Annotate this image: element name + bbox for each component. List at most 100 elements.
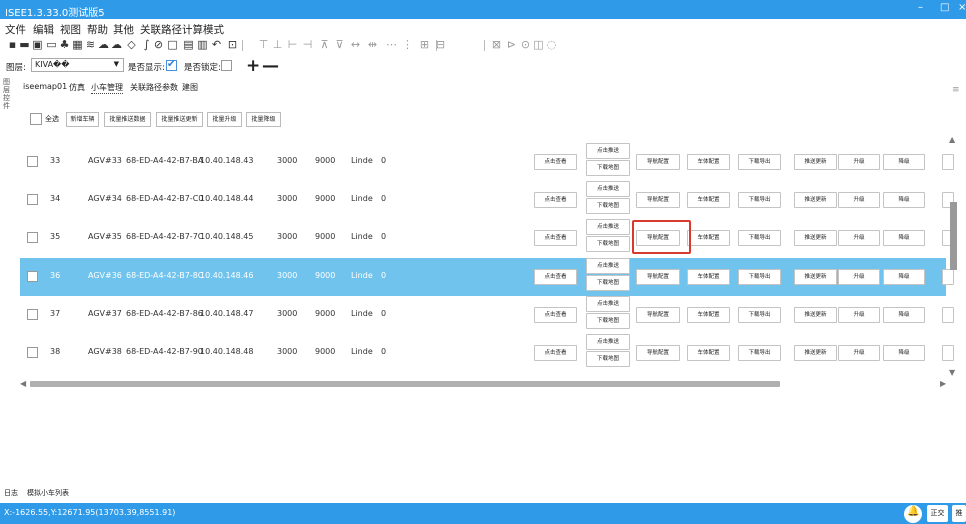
push-update-button[interactable]: 推送更新: [794, 345, 837, 361]
tab-mapping[interactable]: 建图: [182, 82, 198, 93]
select-all-checkbox[interactable]: [30, 113, 42, 125]
node-icon[interactable]: ◇: [125, 38, 138, 52]
filter-icon[interactable]: ≡: [952, 85, 960, 95]
distribute-h-icon[interactable]: ↔: [349, 38, 362, 52]
push-button[interactable]: 点击推送: [586, 143, 630, 159]
upgrade-button[interactable]: 升级: [838, 345, 880, 361]
push-update-button[interactable]: 推送更新: [794, 307, 837, 323]
image-icon[interactable]: ▭: [45, 38, 58, 52]
forbid-icon[interactable]: ⊘: [152, 38, 165, 52]
group-icon[interactable]: ⊞: [418, 38, 431, 52]
align-left-icon[interactable]: ⊢: [286, 38, 299, 52]
layer-select[interactable]: KIVA�� ▼: [31, 58, 124, 72]
download-map-button[interactable]: 下载地图: [586, 236, 630, 252]
check-icon[interactable]: ◌: [545, 38, 558, 52]
table-row[interactable]: 38 AGV#38 68-ED-A4-42-B7-90 10.40.148.48 300…: [20, 334, 954, 372]
vertical-scrollbar[interactable]: ▲ ▼: [948, 132, 960, 382]
minimize-button[interactable]: –: [918, 2, 923, 13]
table-row[interactable]: 35 AGV#35 68-ED-A4-42-B7-7C 10.40.148.45 300…: [20, 219, 954, 257]
cloud-upload-icon[interactable]: ☁: [110, 38, 123, 52]
add-vehicle-button[interactable]: 新增车辆: [66, 112, 99, 127]
downgrade-button[interactable]: 降级: [883, 192, 925, 208]
download-export-button[interactable]: 下载导出: [738, 192, 781, 208]
table-row[interactable]: 33 AGV#33 68-ED-A4-42-B7-BA 10.40.148.43 300…: [20, 143, 954, 181]
push-button[interactable]: 点击推送: [586, 296, 630, 312]
layers-icon[interactable]: ≋: [84, 38, 97, 52]
rect-icon[interactable]: □: [166, 38, 179, 52]
maximize-button[interactable]: □: [940, 2, 949, 13]
more-v-icon[interactable]: ⋮: [401, 38, 414, 52]
downgrade-button[interactable]: 降级: [883, 345, 925, 361]
align-top-icon[interactable]: ⊤: [257, 38, 270, 52]
row-checkbox[interactable]: [27, 156, 38, 167]
menu-help[interactable]: 帮助: [87, 22, 108, 37]
table-row[interactable]: 36 AGV#36 68-ED-A4-42-B7-8C 10.40.148.46 300…: [20, 258, 954, 296]
upgrade-button[interactable]: 升级: [838, 269, 880, 285]
align-vcenter-icon[interactable]: ⊼: [318, 38, 331, 52]
push-button[interactable]: 点击推送: [586, 258, 630, 274]
row-checkbox[interactable]: [27, 232, 38, 243]
menu-path-mode[interactable]: 关联路径计算模式: [140, 22, 224, 37]
tab-simulation[interactable]: 仿真: [69, 82, 85, 93]
row-checkbox[interactable]: [27, 194, 38, 205]
upgrade-button[interactable]: 升级: [838, 192, 880, 208]
batch-push-update-button[interactable]: 批量推送更新: [156, 112, 203, 127]
undo-icon[interactable]: ↶: [210, 38, 223, 52]
distribute-hc-icon[interactable]: ⇹: [366, 38, 379, 52]
push-update-button[interactable]: 推送更新: [794, 192, 837, 208]
delete-icon[interactable]: ▥: [196, 38, 209, 52]
push-update-button[interactable]: 推送更新: [794, 230, 837, 246]
lock-checkbox[interactable]: [221, 60, 232, 71]
body-config-button[interactable]: 车体配置: [687, 192, 730, 208]
menu-file[interactable]: 文件: [5, 22, 26, 37]
batch-upgrade-button[interactable]: 批量升级: [207, 112, 242, 127]
ortho-button[interactable]: 正交: [927, 505, 948, 522]
body-config-button[interactable]: 车体配置: [687, 345, 730, 361]
nav-config-button[interactable]: 导航配置: [636, 154, 680, 170]
bell-icon[interactable]: [904, 505, 922, 523]
scroll-up-icon[interactable]: ▲: [949, 135, 955, 144]
body-config-button[interactable]: 车体配置: [687, 269, 730, 285]
add-layer-button[interactable]: +: [246, 56, 260, 76]
play-icon[interactable]: ⊳: [505, 38, 518, 52]
align-right-icon[interactable]: ⊣: [301, 38, 314, 52]
close-button[interactable]: ×: [958, 2, 966, 13]
view-button[interactable]: 点击查看: [534, 269, 577, 285]
push-update-button[interactable]: 推送更新: [794, 154, 837, 170]
upgrade-button[interactable]: 升级: [838, 230, 880, 246]
nav-config-button[interactable]: 导航配置: [636, 192, 680, 208]
menu-edit[interactable]: 编辑: [33, 22, 54, 37]
nav-config-button[interactable]: 导航配置: [636, 269, 680, 285]
download-export-button[interactable]: 下载导出: [738, 230, 781, 246]
upgrade-button[interactable]: 升级: [838, 154, 880, 170]
downgrade-button[interactable]: 降级: [883, 269, 925, 285]
scroll-down-icon[interactable]: ▼: [949, 368, 955, 377]
copy-icon[interactable]: ▤: [182, 38, 195, 52]
downgrade-button[interactable]: 降级: [883, 307, 925, 323]
sidebar-label[interactable]: 图层控件: [3, 78, 11, 110]
table-row[interactable]: 37 AGV#37 68-ED-A4-42-B7-86 10.40.148.47 300…: [20, 296, 954, 334]
network-icon[interactable]: ⊠: [490, 38, 503, 52]
menu-view[interactable]: 视图: [60, 22, 81, 37]
zoom-icon[interactable]: ⊡: [226, 38, 239, 52]
download-map-button[interactable]: 下载地图: [586, 313, 630, 329]
tab-log[interactable]: 日志: [4, 488, 18, 498]
more-h-icon[interactable]: ⋯: [385, 38, 398, 52]
download-map-button[interactable]: 下载地图: [586, 160, 630, 176]
horizontal-scrollbar[interactable]: ◀ ▶: [20, 378, 950, 390]
tab-path-params[interactable]: 关联路径参数: [130, 82, 178, 93]
remove-layer-button[interactable]: —: [262, 56, 279, 76]
batch-downgrade-button[interactable]: 批量降级: [246, 112, 281, 127]
tab-sim-vehicle-list[interactable]: 模拟小车列表: [27, 488, 69, 498]
row-checkbox[interactable]: [27, 271, 38, 282]
downgrade-button[interactable]: 降级: [883, 154, 925, 170]
scroll-left-icon[interactable]: ◀: [20, 379, 26, 388]
download-export-button[interactable]: 下载导出: [738, 307, 781, 323]
view-button[interactable]: 点击查看: [534, 307, 577, 323]
download-export-button[interactable]: 下载导出: [738, 154, 781, 170]
download-map-button[interactable]: 下载地图: [586, 351, 630, 367]
batch-push-data-button[interactable]: 批量推送数据: [104, 112, 151, 127]
row-checkbox[interactable]: [27, 309, 38, 320]
scroll-right-icon[interactable]: ▶: [940, 379, 946, 388]
download-map-button[interactable]: 下载地图: [586, 198, 630, 214]
